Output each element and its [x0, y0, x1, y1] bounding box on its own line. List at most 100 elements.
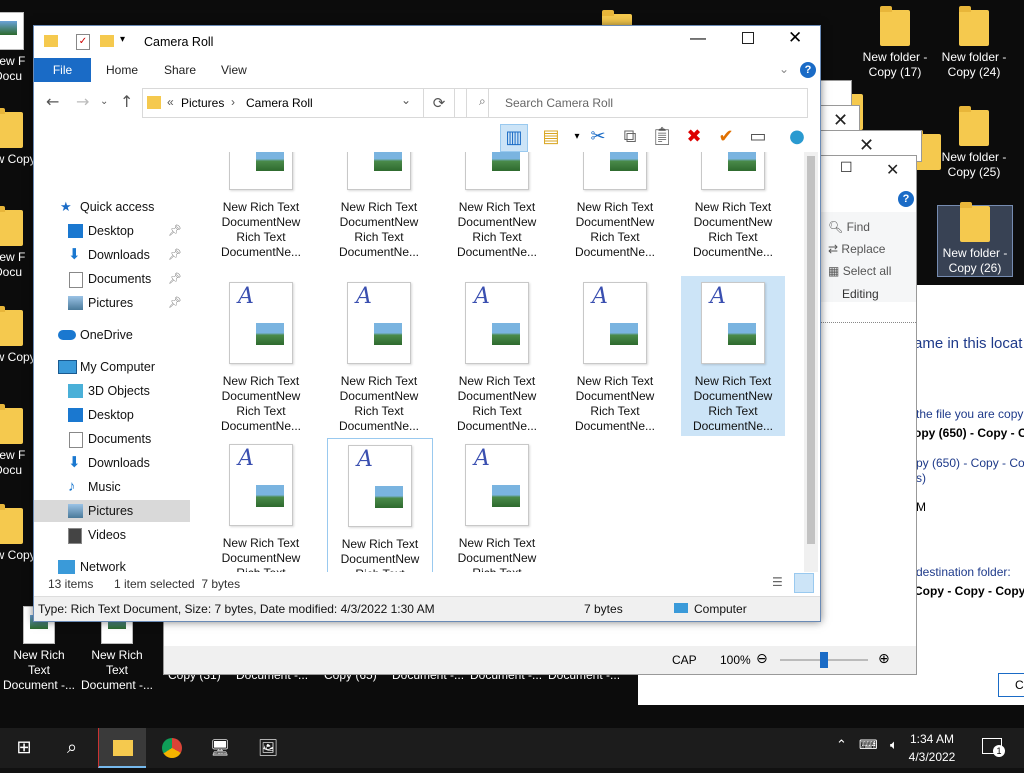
recent-chevron-icon[interactable]: ⌄ — [100, 96, 108, 107]
large-icons-view-icon[interactable] — [794, 573, 814, 593]
replace-button[interactable]: ⇄ Replace — [828, 242, 885, 256]
tab-home[interactable]: Home — [94, 58, 150, 82]
file-item-focused[interactable]: A New Rich Text DocumentNew Rich Text Do… — [327, 438, 433, 572]
notification-center-button[interactable]: 1 — [982, 738, 1005, 757]
forward-arrow-icon[interactable]: → — [76, 92, 89, 111]
chevron-up-icon[interactable]: ⌃ — [836, 738, 847, 753]
breadcrumb-pictures[interactable]: Pictures — [181, 96, 224, 110]
wordpad-taskbar-button[interactable]: 🖼︎ — [244, 728, 292, 768]
file-explorer-taskbar-button[interactable] — [98, 728, 146, 768]
nav-qa-desktop[interactable]: Desktop 📌︎ — [34, 220, 190, 242]
nav-videos[interactable]: Videos — [34, 524, 190, 546]
nav-qa-downloads[interactable]: ⬇ Downloads 📌︎ — [34, 244, 190, 266]
pin-icon[interactable]: 📌︎ — [168, 292, 182, 314]
nav-qa-pictures[interactable]: Pictures 📌︎ — [34, 292, 190, 314]
desktop-folder-selected[interactable]: New folder - Copy (26) — [937, 202, 1013, 277]
pin-icon[interactable]: 📌︎ — [168, 268, 182, 290]
breadcrumb-camera-roll[interactable]: Camera Roll — [246, 96, 313, 110]
file-item[interactable]: A New Rich Text DocumentNew Rich Text Do… — [209, 152, 313, 262]
properties-icon[interactable]: ✓ — [76, 34, 90, 50]
file-item[interactable]: A New Rich Text DocumentNew Rich Text Do… — [563, 152, 667, 262]
select-all-button[interactable]: ▦ Select all — [828, 264, 891, 278]
title-bar[interactable]: ✓ ▾ Camera Roll — ✕ — [34, 26, 820, 58]
up-arrow-icon[interactable]: ↑ — [120, 92, 133, 111]
tab-view[interactable]: View — [209, 58, 259, 82]
file-item[interactable]: A New Rich Text DocumentNew Rich Text Do… — [445, 276, 549, 436]
file-item[interactable]: A New Rich Text DocumentNew Rich Text Do… — [327, 276, 431, 436]
copy-icon[interactable]: ⧉ — [617, 124, 643, 150]
help-icon[interactable]: ? — [898, 191, 914, 207]
file-item[interactable]: A New Rich Text DocumentNew Rich Text Do… — [445, 152, 549, 262]
desktop-folder[interactable]: New folder - Copy (25) — [937, 106, 1011, 180]
zoom-in-icon[interactable]: ⊕ — [878, 651, 890, 667]
nav-3d-objects[interactable]: 3D Objects — [34, 380, 190, 402]
nav-my-computer[interactable]: My Computer — [34, 356, 190, 378]
cut-icon[interactable]: ✂ — [585, 124, 611, 150]
tab-file[interactable]: File — [34, 58, 91, 82]
file-item[interactable]: A New Rich Text DocumentNew Rich Text Do… — [209, 438, 313, 572]
dialog-button[interactable]: C — [998, 673, 1024, 697]
nav-pictures[interactable]: Pictures — [34, 500, 190, 522]
computer-taskbar-button[interactable]: 🖥︎ — [196, 728, 244, 768]
details-view-icon[interactable]: ☰ — [772, 575, 783, 589]
start-button[interactable]: ⊞ — [0, 728, 48, 768]
close-button[interactable]: ✕ — [788, 28, 802, 48]
network-icon[interactable]: ⌨ — [859, 738, 878, 753]
back-arrow-icon[interactable]: ← — [46, 92, 59, 111]
close-icon[interactable]: ✕ — [833, 110, 848, 131]
clock[interactable]: 1:34 AM 4/3/2022 — [892, 730, 972, 766]
nav-music[interactable]: ♪ Music — [34, 476, 190, 498]
address-dropdown-icon[interactable]: ⌄ — [401, 93, 411, 107]
vertical-scrollbar[interactable] — [804, 152, 818, 572]
file-item[interactable]: A New Rich Text DocumentNew Rich Text Do… — [681, 152, 785, 262]
file-item[interactable]: A New Rich Text DocumentNew Rich Text — [445, 438, 549, 572]
file-item-selected[interactable]: A New Rich Text DocumentNew Rich Text Do… — [681, 276, 785, 436]
paste-icon[interactable]: 📋︎ — [649, 124, 675, 150]
globe-icon[interactable]: ● — [784, 124, 810, 150]
minimize-icon[interactable]: ☐ — [840, 160, 853, 176]
chevron-down-icon[interactable]: ▾ — [120, 34, 125, 45]
zoom-slider[interactable] — [780, 652, 868, 668]
search-button[interactable]: ⌕ — [48, 728, 96, 768]
preview-pane-icon[interactable]: ▥ — [500, 124, 528, 152]
properties-icon[interactable]: ▭ — [745, 124, 771, 150]
nav-desktop[interactable]: Desktop — [34, 404, 190, 426]
help-icon[interactable]: ? — [800, 62, 816, 78]
file-item[interactable]: A New Rich Text DocumentNew Rich Text Do… — [563, 276, 667, 436]
nav-onedrive[interactable]: OneDrive — [34, 324, 190, 346]
search-box[interactable]: ⌕ Search Camera Roll — [466, 88, 808, 118]
file-item[interactable]: A New Rich Text DocumentNew Rich Text Do… — [327, 152, 431, 262]
zoom-out-icon[interactable]: ⊖ — [756, 651, 768, 667]
refresh-button[interactable]: ⟳ — [423, 88, 455, 118]
rename-check-icon[interactable]: ✔ — [713, 124, 739, 150]
nav-downloads[interactable]: ⬇ Downloads — [34, 452, 190, 474]
delete-icon[interactable]: ✖ — [681, 124, 707, 150]
breadcrumb-overflow[interactable]: « — [167, 95, 174, 109]
new-item-icon[interactable]: ▤ — [538, 124, 564, 150]
search-input[interactable]: Search Camera Roll — [505, 96, 613, 110]
scrollbar-thumb[interactable] — [807, 156, 815, 544]
pin-icon[interactable]: 📌︎ — [168, 220, 182, 242]
desktop-folder[interactable]: New folder - Copy (17) — [858, 6, 932, 80]
nav-quick-access[interactable]: ★ Quick access — [34, 196, 190, 218]
tab-share[interactable]: Share — [152, 58, 208, 82]
find-button[interactable]: 🔍︎ Find — [828, 220, 870, 234]
rtf-file-icon: A — [583, 282, 647, 364]
desktop-file-label: New Rich Text Document -... — [80, 648, 154, 692]
desktop-folder[interactable]: New folder - Copy (24) — [937, 6, 1011, 80]
folder-icon — [959, 106, 989, 146]
maximize-button[interactable] — [742, 32, 754, 44]
nav-documents[interactable]: Documents — [34, 428, 190, 450]
minimize-button[interactable]: — — [690, 30, 706, 48]
expand-ribbon-icon[interactable]: ⌄ — [779, 62, 789, 76]
pin-icon[interactable]: 📌︎ — [168, 244, 182, 266]
chrome-taskbar-button[interactable] — [148, 728, 196, 768]
new-folder-icon[interactable] — [100, 35, 114, 47]
close-icon[interactable]: ✕ — [859, 135, 874, 156]
file-item[interactable]: A New Rich Text DocumentNew Rich Text Do… — [209, 276, 313, 436]
ruler[interactable] — [820, 308, 916, 323]
rtf-file-icon: A — [229, 282, 293, 364]
zoom-slider-thumb[interactable] — [820, 652, 828, 668]
close-icon[interactable]: ✕ — [886, 160, 899, 179]
nav-qa-documents[interactable]: Documents 📌︎ — [34, 268, 190, 290]
